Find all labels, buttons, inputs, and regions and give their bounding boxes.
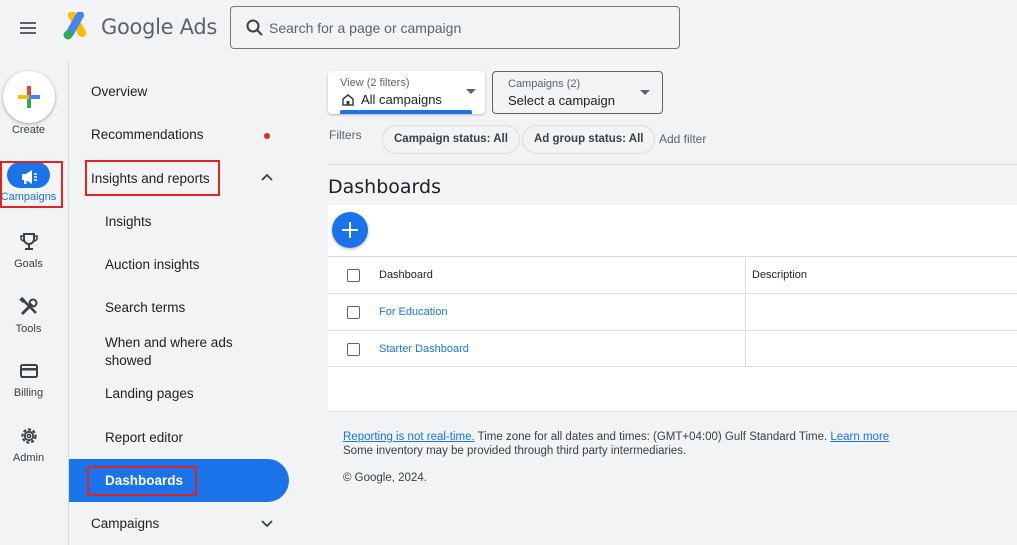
nav-label: When and where ads showed [105, 335, 233, 368]
campaign-selector-value: Select a campaign [508, 93, 615, 108]
chevron-up-icon[interactable] [259, 170, 275, 186]
rail-item-tools[interactable]: Tools [0, 291, 57, 347]
learn-more-link[interactable]: Learn more [830, 431, 889, 443]
nav-item-overview[interactable]: Overview [69, 71, 289, 111]
divider [328, 164, 1017, 165]
dropdown-arrow-icon [466, 89, 476, 94]
selected-indicator [340, 110, 472, 114]
app-title: Google Ads [101, 15, 217, 39]
nav-item-recommendations[interactable]: Recommendations [69, 114, 289, 154]
nav-label: Recommendations [91, 127, 204, 142]
timezone-text: Time zone for all dates and times: (GMT+… [474, 431, 831, 443]
google-ads-logo-icon [63, 12, 86, 40]
rail-label-goals: Goals [14, 258, 43, 270]
megaphone-icon [22, 170, 37, 184]
table-row[interactable]: For Education [328, 293, 1017, 330]
filters-label: Filters [329, 128, 362, 142]
main-content: View (2 filters) All campaigns Campaigns… [328, 56, 1017, 545]
filter-chip-ad-group-status[interactable]: Ad group status: All [522, 125, 656, 154]
rail-label-admin: Admin [12, 452, 45, 464]
campaign-selector-caption: Campaigns (2) [508, 78, 581, 90]
rail-item-goals[interactable]: Goals [0, 226, 57, 282]
nav-item-landing-pages[interactable]: Landing pages [69, 373, 289, 413]
view-selector-value: All campaigns [361, 92, 442, 107]
nav-item-auction-insights[interactable]: Auction insights [69, 244, 289, 284]
rail-item-admin[interactable]: Admin [0, 420, 57, 476]
reporting-realtime-link[interactable]: Reporting is not real-time. [343, 431, 475, 443]
dashboards-table-card: Dashboard Description For Education Star… [328, 205, 1017, 412]
home-icon [342, 94, 354, 106]
footer-notes: Reporting is not real-time. Time zone fo… [343, 430, 889, 458]
nav-label: Search terms [105, 300, 186, 315]
nav-item-when-and-where-ads-showed[interactable]: When and where ads showed [69, 328, 289, 372]
row-checkbox[interactable] [347, 343, 360, 356]
nav-label: Campaigns [91, 516, 160, 531]
rail-item-campaigns[interactable]: Campaigns [0, 160, 57, 216]
create-button[interactable] [3, 71, 55, 123]
search-input[interactable] [269, 17, 659, 39]
trophy-icon [20, 233, 38, 250]
column-header-description[interactable]: Description [752, 269, 807, 281]
view-selector[interactable]: View (2 filters) All campaigns [328, 71, 485, 114]
search-icon [246, 19, 263, 36]
nav-item-insights[interactable]: Insights [69, 201, 289, 241]
nav-label: Overview [91, 84, 148, 99]
dashboard-link-for-education[interactable]: For Education [379, 306, 447, 318]
nav-item-search-terms[interactable]: Search terms [69, 287, 289, 327]
column-header-dashboard[interactable]: Dashboard [379, 269, 433, 281]
filter-chip-campaign-status[interactable]: Campaign status: All [382, 125, 520, 154]
nav-label: Auction insights [105, 257, 200, 272]
search-box[interactable] [230, 6, 680, 49]
create-label: Create [11, 124, 46, 136]
column-divider [745, 331, 746, 367]
view-selector-caption: View (2 filters) [340, 77, 410, 89]
nav-label: Report editor [105, 430, 184, 445]
table-header-row: Dashboard Description [328, 256, 1017, 293]
gear-icon [21, 428, 37, 444]
campaign-selector[interactable]: Campaigns (2) Select a campaign [492, 71, 663, 114]
column-divider [745, 257, 746, 293]
add-dashboard-button[interactable] [332, 212, 368, 248]
top-bar: Google Ads [0, 0, 1017, 56]
nav-item-campaigns[interactable]: Campaigns [69, 503, 289, 543]
credit-card-icon [20, 364, 38, 378]
nav-label: Dashboards [105, 473, 184, 488]
rail-label-campaigns: Campaigns [0, 191, 57, 203]
page-title: Dashboards [328, 176, 441, 198]
nav-item-insights-and-reports[interactable]: Insights and reports [69, 158, 289, 198]
dashboard-link-starter-dashboard[interactable]: Starter Dashboard [379, 343, 469, 355]
rail-item-billing[interactable]: Billing [0, 355, 57, 411]
table-row[interactable]: Starter Dashboard [328, 330, 1017, 367]
add-filter-button[interactable]: Add filter [659, 132, 706, 146]
nav-label: Insights [105, 214, 152, 229]
copyright: © Google, 2024. [343, 472, 427, 484]
column-divider [745, 294, 746, 330]
menu-icon[interactable] [14, 14, 42, 42]
plus-icon [18, 86, 40, 108]
rail-label-tools: Tools [15, 323, 42, 335]
navigation-rail: Create Campaigns Goals Tools Billing Adm… [0, 56, 68, 545]
notification-dot [264, 133, 270, 139]
rail-label-billing: Billing [13, 387, 44, 399]
chevron-down-icon[interactable] [259, 515, 275, 531]
section-nav: Overview Recommendations Insights and re… [69, 56, 294, 545]
row-checkbox[interactable] [347, 306, 360, 319]
inventory-note: Some inventory may be provided through t… [343, 445, 687, 457]
tools-icon [19, 296, 38, 316]
select-all-checkbox[interactable] [347, 269, 360, 282]
nav-item-dashboards[interactable]: Dashboards [69, 459, 289, 502]
nav-label: Insights and reports [91, 171, 210, 186]
dropdown-arrow-icon [640, 90, 650, 95]
nav-item-report-editor[interactable]: Report editor [69, 417, 289, 457]
nav-label: Landing pages [105, 386, 194, 401]
